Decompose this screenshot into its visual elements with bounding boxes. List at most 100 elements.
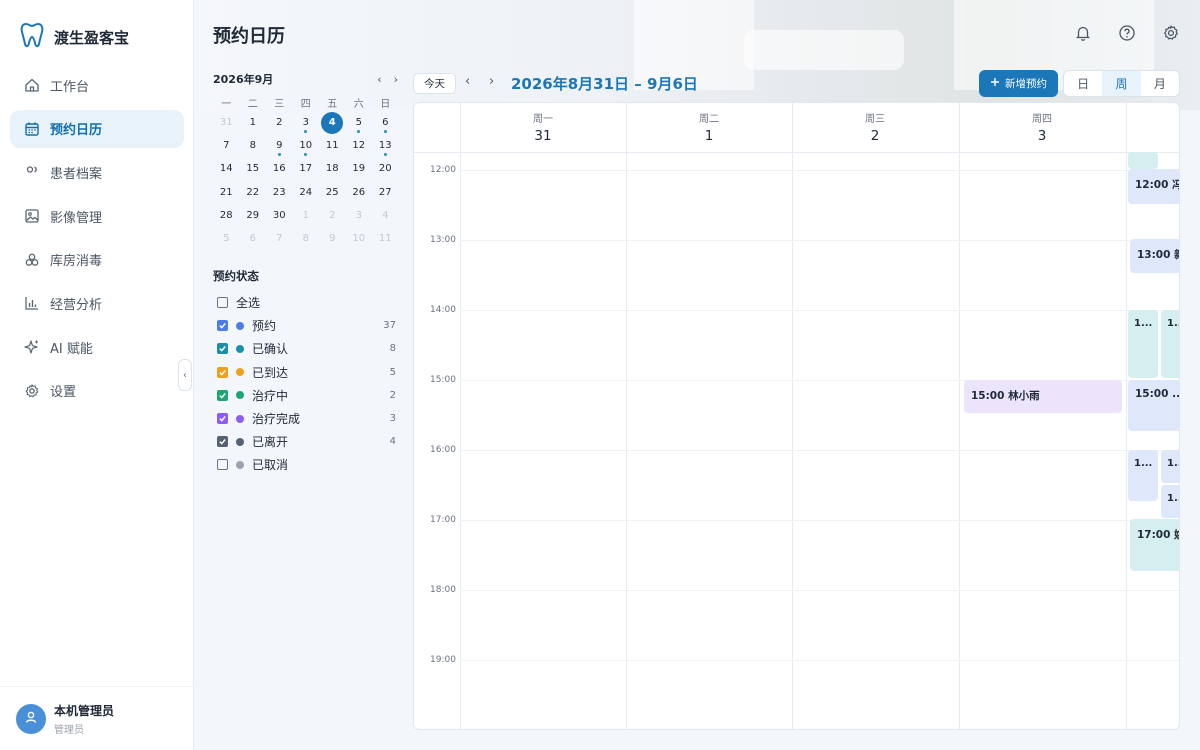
appointment-event[interactable] (1128, 152, 1158, 169)
sidebar-item-users[interactable]: 患者档案 (10, 153, 184, 191)
sidebar-item-home[interactable]: 工作台 (10, 66, 184, 104)
mini-calendar-day[interactable]: 29 (240, 204, 267, 227)
appointment-event[interactable]: 1... (1161, 310, 1179, 378)
appointment-event[interactable]: 15:00 林小雨 (964, 380, 1122, 413)
day-header[interactable]: 周一 31 (460, 103, 626, 152)
mini-calendar-day[interactable]: 15 (240, 157, 267, 180)
mini-calendar-day[interactable]: 19 (346, 157, 373, 180)
mini-calendar-day[interactable]: 22 (240, 181, 267, 204)
view-option[interactable]: 日 (1064, 71, 1102, 96)
mini-calendar-day[interactable]: 28 (213, 204, 240, 227)
mini-calendar-day[interactable]: 8 (240, 134, 267, 157)
prev-week-icon[interactable]: ‹ (465, 74, 470, 89)
status-filter-row[interactable]: 已确认 8 (213, 337, 398, 360)
sidebar-item-boxes[interactable]: 库房消毒 (10, 241, 184, 279)
mini-calendar-day[interactable]: 7 (213, 134, 240, 157)
appointment-event[interactable]: 1... (1128, 310, 1158, 378)
sidebar-item-calendar[interactable]: 预约日历 (10, 109, 184, 148)
select-all-checkbox[interactable] (217, 297, 228, 309)
mini-calendar-day[interactable]: 5 (213, 227, 240, 250)
mini-calendar-day[interactable]: 9 (319, 227, 346, 250)
mini-calendar-day[interactable]: 11 (319, 134, 346, 157)
appointment-event[interactable]: 15:00 ... (1128, 380, 1179, 431)
appointment-event[interactable]: 17:00 姚 (1130, 519, 1179, 571)
status-filter-row[interactable]: 治疗完成 3 (213, 407, 398, 430)
mini-calendar-day[interactable]: 24 (293, 181, 320, 204)
mini-calendar-day[interactable]: 8 (293, 227, 320, 250)
mini-calendar-day[interactable]: 9 (266, 134, 293, 157)
mini-calendar-day[interactable]: 2 (266, 111, 293, 134)
mini-calendar-day[interactable]: 17 (293, 157, 320, 180)
status-checkbox[interactable] (217, 320, 228, 332)
view-option[interactable]: 月 (1141, 71, 1179, 96)
status-filter-row[interactable]: 已到达 5 (213, 361, 398, 384)
status-checkbox[interactable] (217, 436, 228, 448)
sidebar-item-bar-chart[interactable]: 经营分析 (10, 284, 184, 322)
mini-calendar-day[interactable]: 7 (266, 227, 293, 250)
mini-calendar-day[interactable]: 3 (346, 204, 373, 227)
mini-calendar-day[interactable]: 16 (266, 157, 293, 180)
mini-calendar-day[interactable]: 2 (319, 204, 346, 227)
mini-calendar-day[interactable]: 4 (372, 204, 399, 227)
select-all-row[interactable]: 全选 (213, 291, 398, 314)
mini-calendar-day[interactable]: 10 (293, 134, 320, 157)
weekday-label: 三 (274, 99, 285, 110)
status-filter-row[interactable]: 已取消 (213, 453, 398, 476)
sidebar-item-image[interactable]: 影像管理 (10, 197, 184, 235)
sidebar-item-sparkle[interactable]: AI 赋能 (10, 328, 184, 366)
status-checkbox[interactable] (217, 413, 228, 425)
mini-calendar-day[interactable]: 12 (346, 134, 373, 157)
mini-calendar-day[interactable]: 5 (346, 111, 373, 134)
mini-calendar-day[interactable]: 23 (266, 181, 293, 204)
current-user[interactable]: 本机管理员 管理员 (0, 686, 193, 750)
mini-calendar-day[interactable]: 31 (213, 111, 240, 134)
mini-calendar-day[interactable]: 30 (266, 204, 293, 227)
today-button[interactable]: 今天 (413, 73, 456, 94)
status-checkbox[interactable] (217, 343, 228, 355)
mini-calendar-day[interactable]: 1 (240, 111, 267, 134)
status-checkbox[interactable] (217, 366, 228, 378)
status-color-dot (236, 460, 244, 469)
mini-calendar-day[interactable]: 11 (372, 227, 399, 250)
status-checkbox[interactable] (217, 459, 228, 471)
mini-calendar-day[interactable]: 1 (293, 204, 320, 227)
status-checkbox[interactable] (217, 389, 228, 401)
status-filter-row[interactable]: 治疗中 2 (213, 384, 398, 407)
prev-month-icon[interactable]: ‹ (377, 73, 381, 86)
mini-calendar-day[interactable]: 14 (213, 157, 240, 180)
mini-calendar-day[interactable]: 13 (372, 134, 399, 157)
brand[interactable]: 渡生盈客宝 (20, 22, 129, 52)
mini-calendar-day[interactable]: 21 (213, 181, 240, 204)
day-number: 30 (272, 209, 286, 221)
day-header[interactable]: 周二 1 (626, 103, 792, 152)
mini-calendar-day[interactable]: 3 (293, 111, 320, 134)
mini-calendar-day[interactable]: 6 (372, 111, 399, 134)
new-appointment-button[interactable]: 新增预约 (979, 70, 1058, 97)
appointment-event[interactable]: 1... (1161, 450, 1179, 483)
help-icon[interactable] (1118, 24, 1136, 42)
day-header[interactable]: 周三 2 (792, 103, 958, 152)
view-option[interactable]: 周 (1102, 71, 1141, 96)
mini-calendar-day[interactable]: 26 (346, 181, 373, 204)
day-header[interactable]: 周四 3 (959, 103, 1125, 152)
next-month-icon[interactable]: › (394, 73, 398, 86)
mini-calendar-day[interactable]: 10 (346, 227, 373, 250)
mini-calendar-day[interactable]: 27 (372, 181, 399, 204)
mini-calendar-day-selected[interactable]: 4 (319, 111, 346, 134)
appointment-event[interactable]: 13:00 新 (1130, 239, 1179, 273)
appointment-event[interactable]: 12:00 冯翔 (1128, 169, 1179, 204)
mini-calendar-day[interactable]: 6 (240, 227, 267, 250)
appointment-event[interactable]: 1... (1161, 485, 1179, 518)
sidebar-item-gear[interactable]: 设置 (10, 372, 184, 410)
sidebar-collapse-button[interactable]: ‹ (178, 359, 192, 391)
day-number: 13 (378, 140, 392, 152)
bell-icon[interactable] (1074, 24, 1092, 42)
status-filter-row[interactable]: 预约 37 (213, 314, 398, 337)
mini-calendar-day[interactable]: 18 (319, 157, 346, 180)
appointment-event[interactable]: 1... (1128, 450, 1158, 501)
status-filter-row[interactable]: 已离开 4 (213, 430, 398, 453)
gear-icon[interactable] (1162, 24, 1180, 42)
mini-calendar-day[interactable]: 20 (372, 157, 399, 180)
next-week-icon[interactable]: › (489, 74, 494, 89)
mini-calendar-day[interactable]: 25 (319, 181, 346, 204)
